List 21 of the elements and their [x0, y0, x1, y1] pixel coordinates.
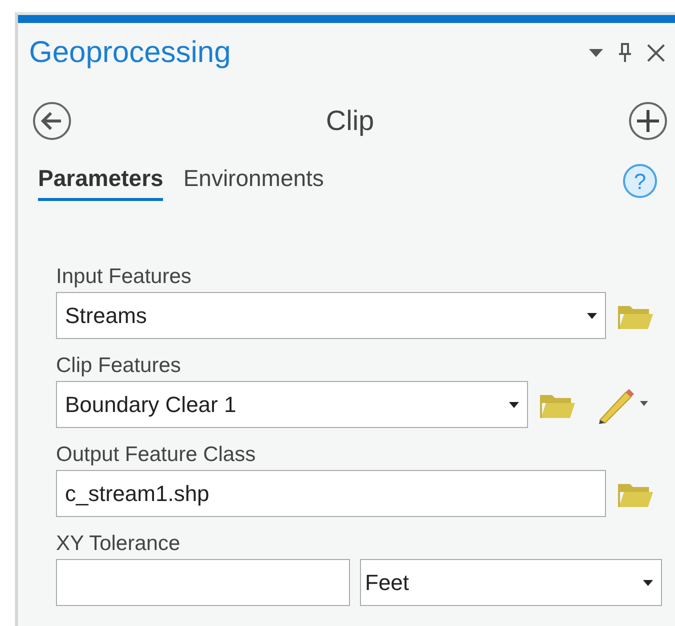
caret-icon	[643, 580, 653, 586]
tab[interactable]: Parameters	[38, 165, 164, 201]
text-field[interactable]: c_stream1.shp	[56, 470, 606, 517]
close-icon[interactable]	[647, 44, 665, 62]
dropdown-field[interactable]: Streams	[56, 292, 606, 339]
parameter-label: Input Features	[56, 265, 192, 289]
unit-dropdown[interactable]: Feet	[360, 559, 662, 606]
pin-icon[interactable]	[619, 43, 631, 63]
tool-title: Clip	[326, 105, 374, 137]
caret-icon	[509, 402, 519, 408]
back-icon[interactable]	[32, 101, 72, 141]
parameter-label: XY Tolerance	[56, 532, 182, 556]
add-icon[interactable]	[628, 101, 668, 141]
panel-title: Geoprocessing	[29, 36, 231, 70]
tab[interactable]: Environments	[183, 165, 324, 201]
parameter-label: Clip Features	[56, 354, 182, 378]
dropdown-field[interactable]: Boundary Clear 1	[56, 381, 528, 428]
parameter-label: Output Feature Class	[56, 443, 257, 467]
dropdown-icon[interactable]	[589, 49, 603, 57]
caret-icon	[587, 312, 597, 318]
tolerance-input[interactable]	[56, 559, 350, 606]
